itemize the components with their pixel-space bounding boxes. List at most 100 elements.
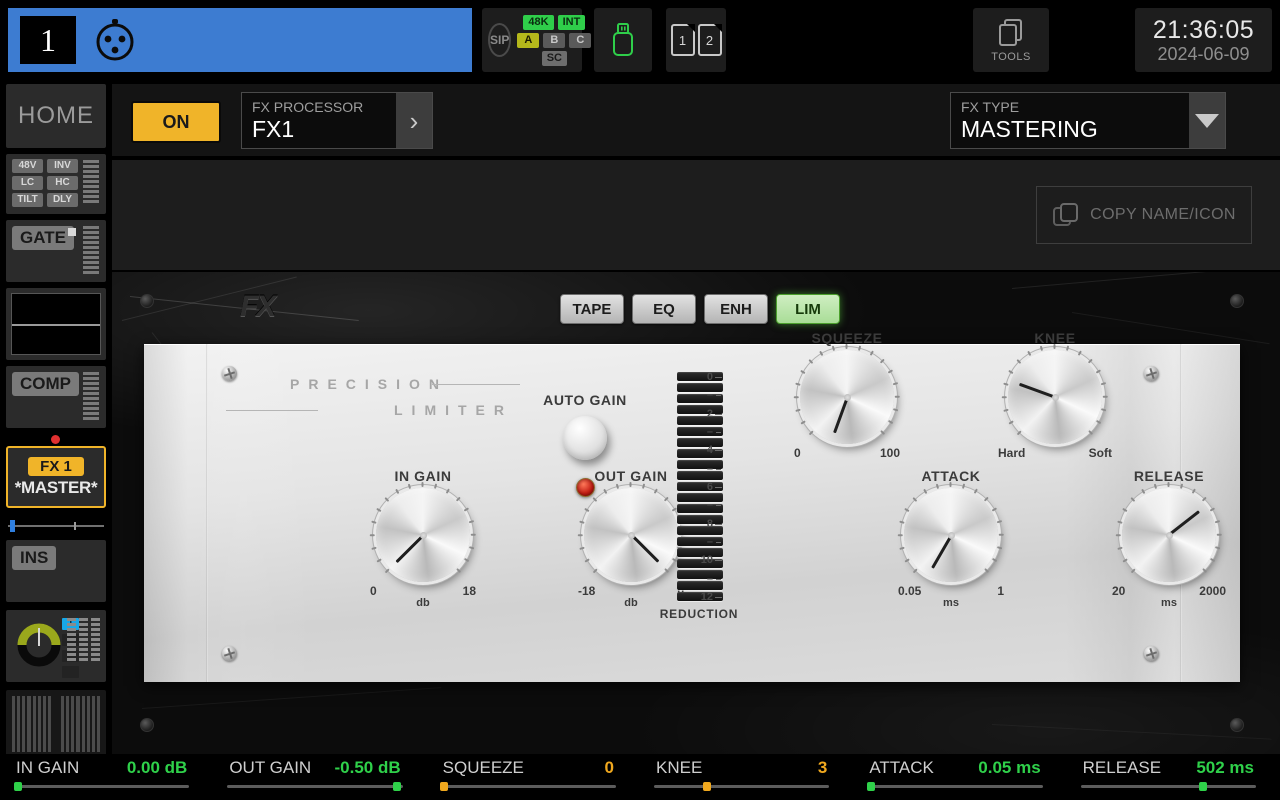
param-handle[interactable] — [1199, 782, 1208, 791]
plate-screw-top-left — [222, 366, 237, 381]
param-track[interactable] — [13, 782, 190, 791]
auto-gain-knob[interactable] — [563, 416, 607, 460]
copy-name-icon-button[interactable]: COPY NAME/ICON — [1036, 186, 1252, 244]
sidebar-item-routing[interactable]: 1 — [6, 610, 106, 682]
channel-banner[interactable]: 1 — [8, 8, 472, 72]
reduction-meter-segments: 0 – 2 – 4 – 6 – 8 – 10 – 12 — [677, 371, 723, 603]
panel-screw-bottom-left — [140, 718, 154, 732]
knob-knee-dial[interactable] — [1002, 344, 1108, 444]
clocksource-pill[interactable]: INT — [557, 14, 586, 30]
param-track[interactable] — [654, 782, 830, 791]
tab-enh[interactable]: ENH — [704, 294, 768, 324]
layer-c-pill[interactable]: C — [569, 32, 592, 48]
plate-screw-bottom-left — [222, 646, 237, 661]
tab-tape[interactable]: TAPE — [560, 294, 624, 324]
tab-lim[interactable]: LIM — [776, 294, 840, 324]
knob-knee[interactable]: KNEE Hard Soft — [996, 330, 1114, 460]
param-value: -0.50 dB — [334, 758, 401, 777]
status-group[interactable]: SIP 48K INT A B C SC — [482, 8, 592, 72]
param-handle[interactable] — [440, 782, 449, 791]
param-slot[interactable]: IN GAIN 0.00 dB — [13, 758, 190, 798]
sidebar-item-home[interactable]: HOME — [6, 84, 106, 148]
sidebar-item-insert[interactable]: INS — [6, 540, 106, 602]
layer-b-pill[interactable]: B — [543, 32, 566, 48]
param-handle[interactable] — [13, 782, 22, 791]
routing-matrix — [67, 618, 100, 661]
knob-attack-dial[interactable] — [898, 482, 1004, 582]
sidebar-item-preamp[interactable]: 48V INV LC HC TILT DLY — [6, 154, 106, 214]
btn-48v[interactable]: 48V — [12, 159, 43, 173]
reduction-segment — [677, 515, 723, 524]
sd-card-1[interactable]: 1 — [670, 24, 695, 56]
fx-type-dropdown-button[interactable] — [1189, 93, 1225, 148]
comp-label: COMP — [12, 372, 79, 396]
fx-processor-select[interactable]: FX PROCESSOR FX1 › — [241, 92, 433, 149]
reduction-segment — [677, 570, 723, 579]
btn-tilt[interactable]: TILT — [12, 193, 43, 207]
btn-hc[interactable]: HC — [47, 176, 78, 190]
knob-release-dial[interactable] — [1116, 482, 1222, 582]
sidebar-item-comp[interactable]: COMP — [6, 366, 106, 428]
home-label: HOME — [18, 102, 94, 129]
reduction-tick: – — [706, 389, 722, 402]
pan-handle[interactable] — [10, 520, 15, 532]
brand-line-2: LIMITER — [394, 402, 513, 418]
fx-type-select[interactable]: FX TYPE MASTERING — [950, 92, 1226, 149]
knob-in-gain-max: 18 — [462, 584, 476, 598]
chevron-down-icon — [1195, 113, 1219, 128]
param-value: 0 — [604, 758, 614, 777]
knob-release-max: 2000 — [1199, 584, 1226, 598]
knob-knee-hub — [1051, 393, 1059, 401]
knob-squeeze[interactable]: SQUEEZE 0 100 — [792, 330, 902, 460]
param-slot[interactable]: SQUEEZE 0 — [440, 758, 616, 798]
param-handle[interactable] — [702, 782, 711, 791]
sidebar-item-gate[interactable]: GATE — [6, 220, 106, 282]
knob-in-gain-dial[interactable] — [370, 482, 476, 582]
param-handle[interactable] — [866, 782, 875, 791]
eq-curve-display — [11, 293, 101, 355]
tools-button[interactable]: TOOLS — [973, 8, 1049, 72]
usb-button[interactable] — [594, 8, 652, 72]
btn-lc[interactable]: LC — [12, 176, 43, 190]
knob-squeeze-dial[interactable] — [794, 344, 900, 444]
sidebar-item-eq[interactable] — [6, 288, 106, 360]
sd-card-2[interactable]: 2 — [697, 24, 722, 56]
layer-a-pill[interactable]: A — [517, 32, 540, 48]
btn-dly[interactable]: DLY — [47, 193, 78, 207]
samplerate-pill[interactable]: 48K — [523, 14, 554, 30]
top-bar: 1 SIP 48K INT A B C SC 1 2 TOOLS 21:36:0… — [0, 0, 1280, 80]
param-track[interactable] — [866, 782, 1043, 791]
param-value: 502 ms — [1196, 758, 1254, 777]
copy-name-icon-label: COPY NAME/ICON — [1090, 206, 1236, 223]
tab-eq[interactable]: EQ — [632, 294, 696, 324]
fx-plugin-panel: FX TAPE EQ ENH LIM PRECISION LIMITER IN … — [112, 272, 1280, 754]
sd-card-group[interactable]: 1 2 — [666, 8, 726, 72]
param-handle[interactable] — [393, 782, 402, 791]
btn-inv[interactable]: INV — [47, 159, 78, 173]
sidebar-item-fx1[interactable]: FX 1 *MASTER* — [6, 446, 106, 508]
clock-block[interactable]: 21:36:05 2024-06-09 — [1135, 8, 1272, 72]
param-track[interactable] — [440, 782, 616, 791]
knob-attack[interactable]: ATTACK 0.05 1 ms — [896, 468, 1006, 609]
pan-slider[interactable] — [8, 520, 104, 532]
param-slot[interactable]: KNEE 3 — [654, 758, 830, 798]
knob-release[interactable]: RELEASE 20 2000 ms — [1110, 468, 1228, 609]
ins-label: INS — [12, 546, 57, 570]
sip-indicator[interactable]: SIP — [488, 23, 512, 57]
param-slot[interactable]: ATTACK 0.05 ms — [866, 758, 1043, 798]
param-slot[interactable]: RELEASE 502 ms — [1080, 758, 1256, 798]
param-track[interactable] — [1080, 782, 1256, 791]
pan-knob-icon — [17, 623, 61, 667]
knob-in-gain[interactable]: IN GAIN 0 18 db — [368, 468, 478, 609]
sidechain-pill[interactable]: SC — [541, 50, 567, 66]
param-slot[interactable]: OUT GAIN -0.50 dB — [227, 758, 403, 798]
fx-header-bar: ON FX PROCESSOR FX1 › FX TYPE MASTERING — [112, 84, 1280, 156]
param-track[interactable] — [227, 782, 403, 791]
pan-center-mark — [74, 522, 76, 530]
fx-processor-next-button[interactable]: › — [396, 93, 432, 148]
reduction-tick: 2 — [706, 407, 723, 420]
fx-on-button[interactable]: ON — [131, 101, 221, 143]
param-value: 0.05 ms — [978, 758, 1041, 777]
routing-led-4[interactable] — [62, 666, 79, 678]
knob-in-gain-unit: db — [416, 597, 430, 609]
